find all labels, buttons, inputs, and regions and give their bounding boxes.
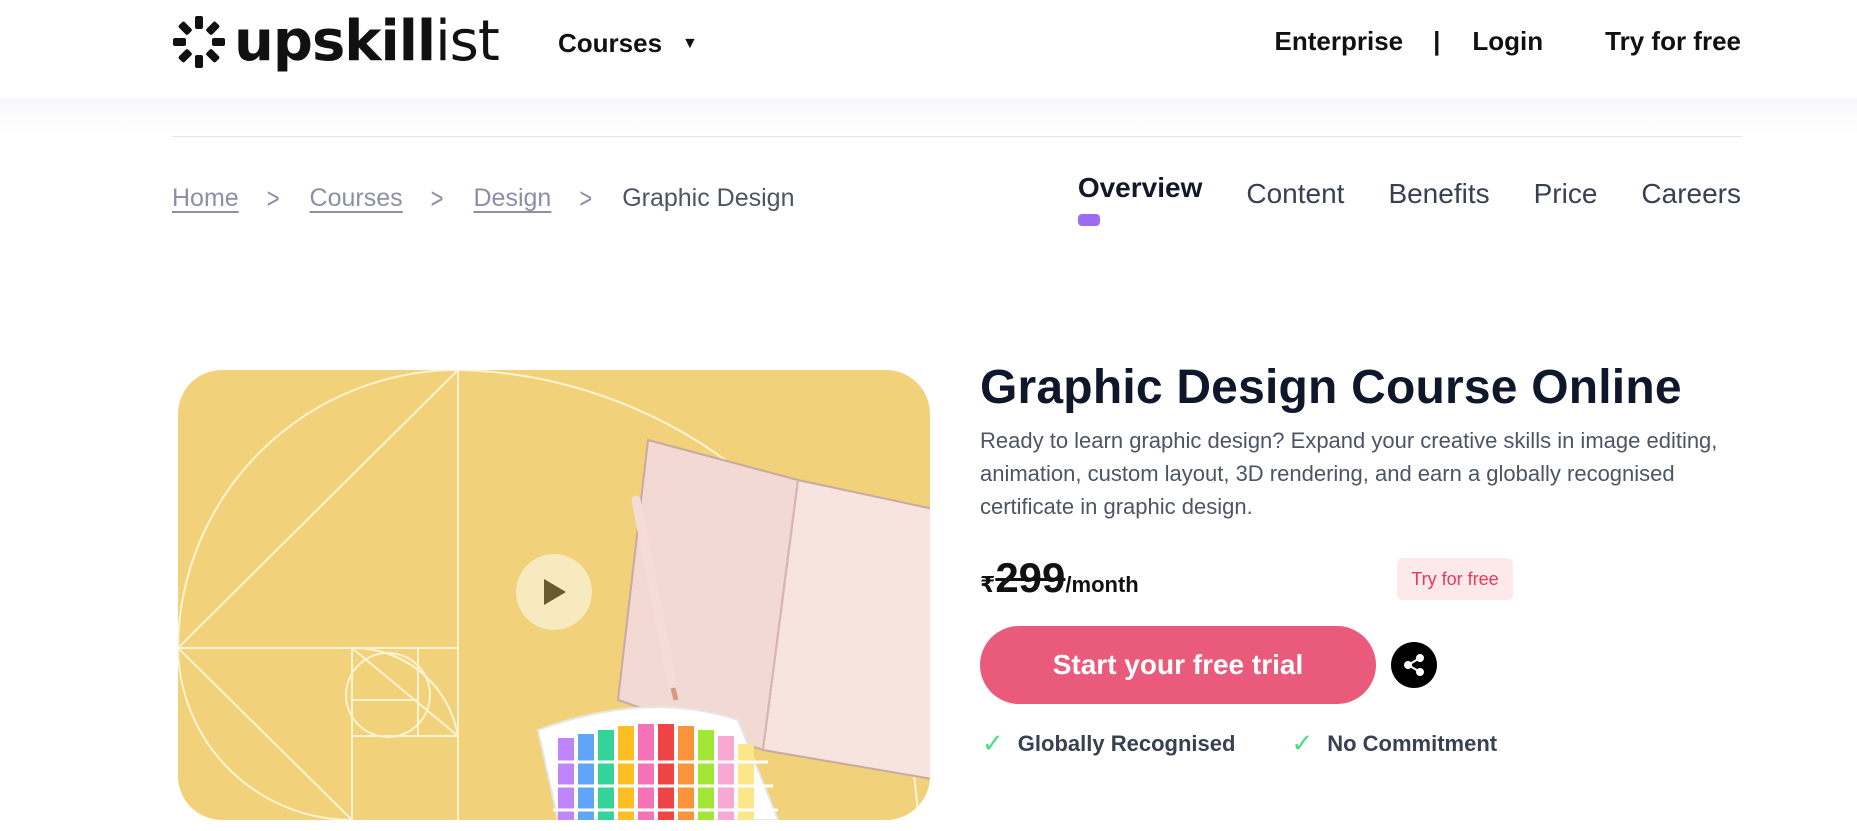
tab-overview[interactable]: Overview — [1077, 172, 1203, 226]
price: ₹ 299 /month — [980, 554, 1139, 602]
courses-dropdown-label: Courses — [558, 28, 663, 58]
check-icon: ✓ — [1291, 728, 1314, 758]
tab-price[interactable]: Price — [1534, 178, 1598, 210]
header-shadow — [0, 98, 1857, 136]
check-icon: ✓ — [982, 728, 1004, 758]
course-title: Graphic Design Course Online — [980, 361, 1682, 414]
chevron-right-icon: > — [430, 181, 444, 215]
breadcrumb-courses[interactable]: Courses — [310, 184, 403, 213]
breadcrumb-home[interactable]: Home — [172, 184, 239, 213]
feature-item: ✓ Globally Recognised — [982, 728, 1235, 759]
play-video-button[interactable] — [516, 554, 592, 630]
section-tabs: Overview Content Benefits Price Careers — [1077, 172, 1741, 226]
header-separator: | — [1433, 26, 1441, 56]
feature-item: ✓ No Commitment — [1291, 728, 1497, 759]
price-currency: ₹ — [980, 572, 996, 597]
logo-text: upskillist — [234, 14, 500, 70]
caret-down-icon: ▼ — [682, 34, 698, 52]
course-description: Ready to learn graphic design? Expand yo… — [980, 428, 1718, 519]
breadcrumb-current: Graphic Design — [622, 184, 795, 212]
price-period: /month — [1065, 572, 1139, 597]
share-button[interactable] — [1391, 642, 1437, 688]
tab-benefits[interactable]: Benefits — [1388, 178, 1489, 210]
login-link[interactable]: Login — [1472, 26, 1543, 57]
courses-dropdown[interactable]: Courses ▼ — [558, 28, 698, 59]
feature-label: No Commitment — [1327, 730, 1498, 756]
feature-label: Globally Recognised — [1017, 730, 1236, 756]
share-icon — [1404, 654, 1424, 676]
header-actions: Enterprise | Login Try for free — [1275, 26, 1741, 57]
logo-text-light: ist — [435, 9, 500, 74]
course-features: ✓ Globally Recognised ✓ No Commitment — [982, 728, 1553, 759]
divider — [172, 136, 1742, 137]
breadcrumb-design[interactable]: Design — [474, 184, 552, 213]
tab-content[interactable]: Content — [1246, 178, 1344, 210]
upskillist-logo-icon — [173, 16, 225, 68]
site-header: upskillist Courses ▼ Enterprise | Login … — [0, 0, 1857, 98]
play-icon — [544, 579, 566, 605]
breadcrumb: Home > Courses > Design > Graphic Design — [172, 181, 795, 215]
enterprise-link[interactable]: Enterprise — [1275, 26, 1404, 57]
tab-careers[interactable]: Careers — [1641, 178, 1741, 210]
tab-overview-label: Overview — [1077, 172, 1203, 203]
chevron-right-icon: > — [266, 181, 280, 215]
try-for-free-link[interactable]: Try for free — [1605, 26, 1741, 57]
price-amount: 299 — [995, 554, 1066, 601]
chevron-right-icon: > — [579, 181, 593, 215]
logo[interactable]: upskillist — [172, 14, 500, 70]
try-for-free-badge[interactable]: Try for free — [1397, 558, 1513, 600]
start-free-trial-button[interactable]: Start your free trial — [980, 626, 1376, 704]
course-hero-image[interactable] — [178, 370, 930, 820]
active-tab-indicator — [1077, 214, 1100, 226]
logo-text-bold: upskill — [234, 9, 436, 74]
